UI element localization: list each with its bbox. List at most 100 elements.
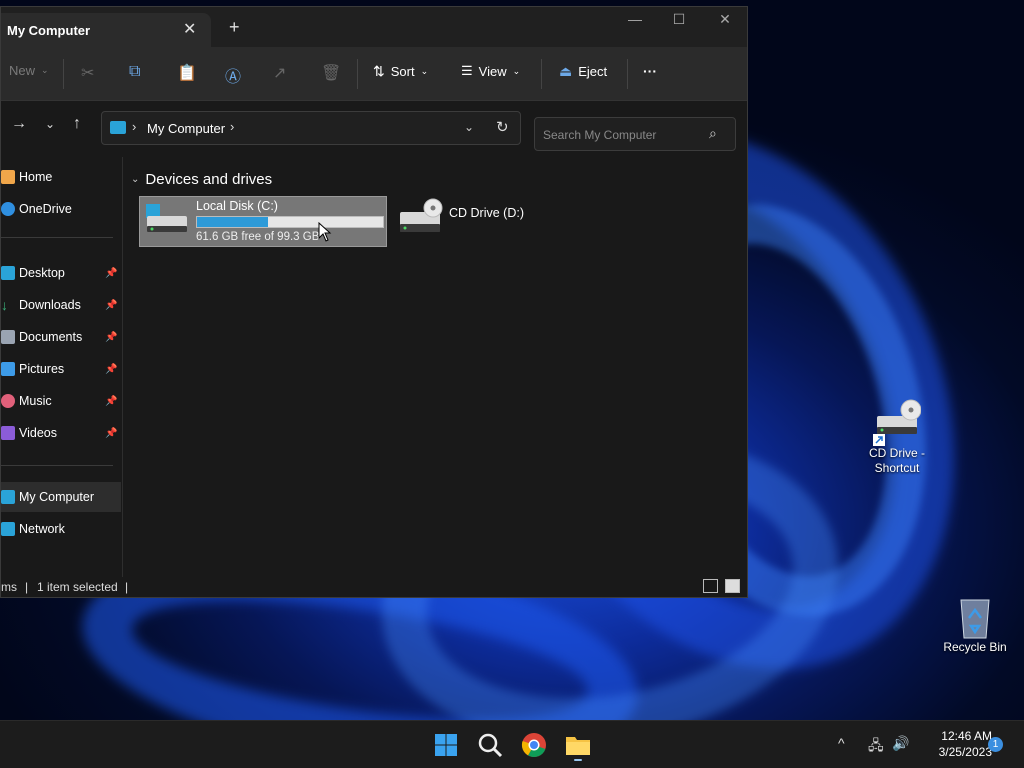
search-placeholder: Search My Computer: [543, 128, 657, 142]
content-area[interactable]: ⌄ Devices and drives Local Disk (C:) 61.…: [125, 157, 747, 577]
nav-item-desktop[interactable]: Desktop 📌: [1, 258, 121, 288]
notification-badge[interactable]: 1: [988, 737, 1003, 752]
chevron-down-icon[interactable]: ⌄: [131, 174, 139, 185]
eject-button[interactable]: ⏏ Eject: [559, 63, 607, 80]
clock-date: 3/25/2023: [938, 745, 992, 759]
view-button[interactable]: ☰ View ⌄: [461, 63, 520, 79]
nav-item-music[interactable]: Music 📌: [1, 386, 121, 416]
pin-icon: 📌: [105, 427, 118, 439]
rename-icon[interactable]: Ⓐ: [225, 63, 241, 87]
pin-icon: 📌: [105, 395, 118, 407]
drive-item-c[interactable]: Local Disk (C:) 61.6 GB free of 99.3 GB: [139, 196, 387, 247]
address-bar[interactable]: › My Computer › ⌄ ↻: [101, 111, 521, 145]
nav-item-home[interactable]: Home: [1, 162, 121, 192]
explorer-tab[interactable]: My Computer ✕: [1, 13, 211, 47]
volume-icon[interactable]: 🔊: [892, 735, 909, 752]
desktop-icon-label: Shortcut: [874, 461, 920, 475]
nav-item-pictures[interactable]: Pictures 📌: [1, 354, 121, 384]
pin-icon: 📌: [105, 299, 118, 311]
breadcrumb-my-computer[interactable]: My Computer: [147, 121, 225, 136]
nav-item-downloads[interactable]: ↓ Downloads 📌: [1, 290, 121, 320]
chevron-down-icon: ⌄: [41, 65, 49, 75]
maximize-icon[interactable]: ☐: [667, 11, 691, 28]
chevron-down-icon: ⌄: [420, 66, 429, 76]
drive-usage-bar: [196, 216, 384, 228]
close-window-icon[interactable]: ✕: [713, 11, 737, 28]
copy-icon[interactable]: ⧉: [129, 63, 140, 81]
document-icon: [1, 330, 15, 344]
sort-label: Sort: [390, 64, 415, 79]
desktop-icon-label: Recycle Bin: [943, 640, 1007, 654]
file-explorer-icon[interactable]: [562, 729, 594, 761]
clock-time: 12:46 AM: [941, 729, 992, 743]
title-bar[interactable]: My Computer ✕ + — ☐ ✕: [1, 7, 747, 47]
recent-locations-icon[interactable]: ⌄: [45, 117, 55, 131]
drive-name: CD Drive (D:): [449, 206, 524, 220]
status-bar: ms | 1 item selected |: [1, 577, 747, 597]
hard-drive-icon: [146, 204, 187, 232]
cloud-icon: [1, 202, 15, 216]
chrome-icon[interactable]: [518, 729, 550, 761]
recycle-bin-icon: [960, 599, 990, 639]
new-button[interactable]: New ⌄: [9, 63, 49, 78]
computer-icon: [1, 490, 15, 504]
up-icon[interactable]: ↑: [73, 115, 81, 133]
eject-label: Eject: [578, 64, 608, 79]
delete-icon[interactable]: 🗑: [321, 63, 341, 83]
drive-item-d[interactable]: CD Drive (D:): [397, 196, 597, 247]
nav-item-documents[interactable]: Documents 📌: [1, 322, 121, 352]
status-selection: 1 item selected: [37, 580, 118, 594]
taskbar: ^ 🖧 🔊 12:46 AM 3/25/2023 1: [0, 720, 1024, 768]
share-icon[interactable]: ↗: [273, 63, 286, 83]
video-icon: [1, 426, 15, 440]
breadcrumb-chevron-icon[interactable]: ›: [132, 119, 136, 134]
search-icon[interactable]: ⌕: [709, 125, 717, 142]
new-tab-icon[interactable]: +: [229, 17, 240, 38]
start-button-icon[interactable]: [430, 729, 462, 761]
large-icons-view-icon[interactable]: [725, 579, 740, 593]
refresh-icon[interactable]: ↻: [496, 118, 509, 136]
desktop-icon-label: CD Drive -: [869, 446, 925, 460]
search-input[interactable]: Search My Computer ⌕: [534, 117, 736, 151]
desktop-icon: [1, 266, 15, 280]
search-icon[interactable]: [474, 729, 506, 761]
minimize-icon[interactable]: —: [623, 11, 647, 27]
computer-icon: [110, 121, 126, 134]
status-divider: |: [125, 580, 129, 594]
forward-icon[interactable]: →: [11, 115, 27, 133]
view-icon: ☰: [461, 63, 473, 78]
drive-name: Local Disk (C:): [196, 199, 278, 213]
breadcrumb-chevron-icon[interactable]: ›: [230, 119, 234, 134]
view-label: View: [478, 63, 507, 79]
desktop-icon-recycle-bin[interactable]: Recycle Bin: [930, 596, 1020, 655]
group-header-devices[interactable]: ⌄ Devices and drives: [131, 171, 272, 188]
nav-item-my-computer[interactable]: My Computer: [1, 482, 121, 512]
system-clock[interactable]: 12:46 AM 3/25/2023: [916, 728, 992, 760]
tab-close-icon[interactable]: ✕: [183, 19, 196, 39]
sort-button[interactable]: ⇅ Sort ⌄: [373, 63, 428, 80]
picture-icon: [1, 362, 15, 376]
more-options-icon[interactable]: ···: [643, 63, 657, 79]
network-icon: [1, 522, 15, 536]
details-view-icon[interactable]: [703, 579, 718, 593]
cd-drive-icon: [400, 198, 443, 232]
desktop-icon-cd-drive-shortcut[interactable]: CD Drive - Shortcut: [852, 398, 942, 476]
nav-item-videos[interactable]: Videos 📌: [1, 418, 121, 448]
pin-icon: 📌: [105, 267, 118, 279]
nav-divider: [1, 237, 113, 238]
group-title: Devices and drives: [145, 171, 273, 188]
cut-icon[interactable]: ✂: [81, 63, 94, 83]
address-dropdown-icon[interactable]: ⌄: [464, 120, 474, 134]
navigation-pane: Home OneDrive Desktop 📌 ↓ Downloads 📌 Do…: [1, 157, 123, 577]
network-status-icon[interactable]: 🖧: [868, 735, 884, 759]
pin-icon: 📌: [105, 363, 118, 375]
toolbar-divider: [63, 59, 64, 89]
home-icon: [1, 170, 15, 184]
chevron-up-icon[interactable]: ^: [838, 735, 845, 751]
nav-item-onedrive[interactable]: OneDrive: [1, 194, 121, 224]
nav-item-network[interactable]: Network: [1, 514, 121, 544]
nav-divider: [1, 465, 113, 466]
eject-icon: ⏏: [559, 63, 573, 79]
paste-icon[interactable]: 📋: [177, 63, 197, 83]
download-icon: ↓: [1, 297, 8, 313]
